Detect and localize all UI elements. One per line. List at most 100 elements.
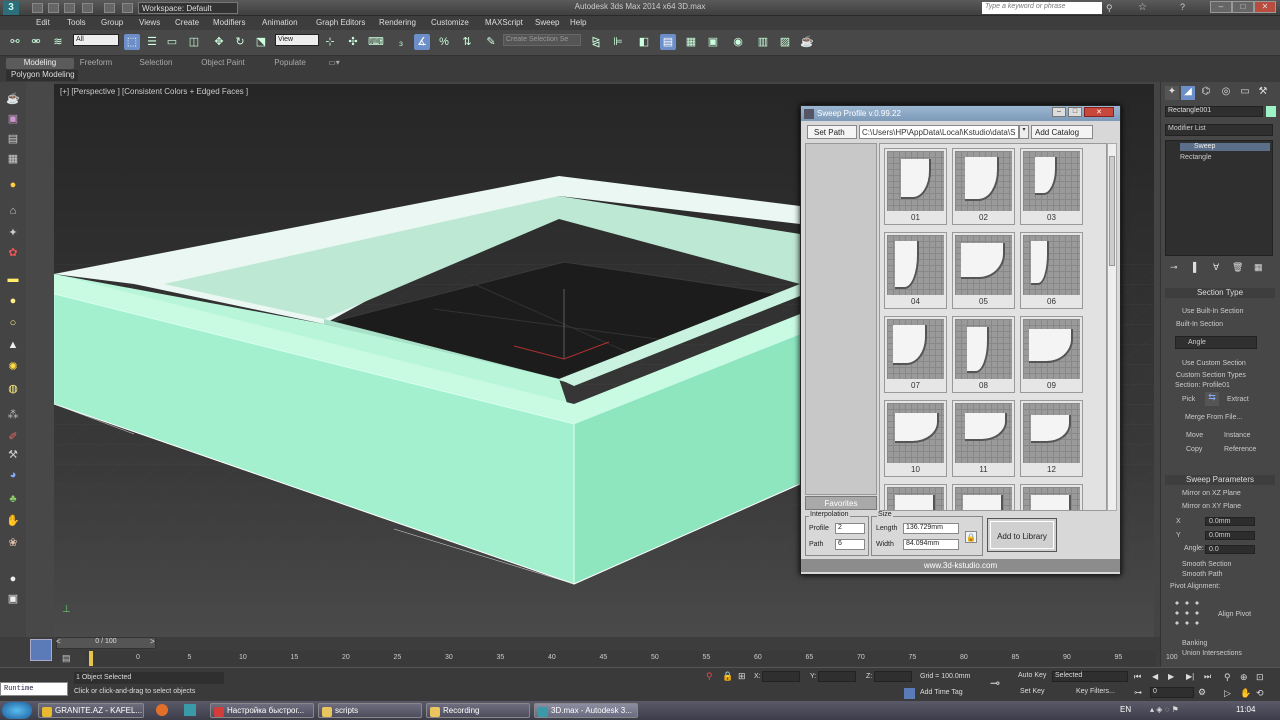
sweep-parameters-rollout[interactable]: Sweep Parameters [1165,475,1275,485]
add-to-library-button[interactable]: Add to Library [987,518,1057,552]
copy-radio[interactable]: Copy [1186,446,1202,453]
favorites-button[interactable]: Favorites [805,496,877,510]
banking-checkbox[interactable]: Banking [1182,640,1207,647]
cat-icon[interactable]: ❀ [5,536,21,550]
dialog-minimize-button[interactable]: – [1052,107,1066,117]
menu-views[interactable]: Views [139,18,160,27]
menu-create[interactable]: Create [175,18,199,27]
particles-icon[interactable]: ⁂ [5,408,21,422]
profile-thumb[interactable]: 02 [952,148,1015,225]
tab-modeling[interactable]: Modeling [6,58,74,69]
dialog-close-button[interactable]: ✕ [1084,107,1114,117]
cylinder-icon[interactable]: ◍ [5,382,21,396]
profile-thumb[interactable]: 09 [1020,316,1083,393]
menu-group[interactable]: Group [101,18,123,27]
unlink-icon[interactable]: ⚮ [28,34,44,50]
menu-tools[interactable]: Tools [67,18,86,27]
slider-prev-icon[interactable]: < [56,637,61,646]
set-key-button[interactable]: Set Key [1020,688,1045,695]
track-bar[interactable]: 0 5 10 15 20 25 30 35 40 45 50 55 60 65 70 75 80 85 90 95 10… [86,651,1178,666]
align-icon[interactable]: ⊫ [610,34,626,50]
menu-customize[interactable]: Customize [431,18,469,27]
object-color-swatch[interactable] [1266,106,1276,117]
length-spinner[interactable]: 136.729mm [903,523,959,534]
menu-help[interactable]: Help [570,18,586,27]
profile-thumb[interactable]: 04 [884,232,947,309]
profile-interp-spinner[interactable]: 2 [835,523,865,534]
reference-radio[interactable]: Reference [1224,446,1256,453]
viewport-label[interactable]: [+] [Perspective ] [Consistent Colors + … [60,87,248,96]
modifier-list-dropdown[interactable]: Modifier List [1165,124,1273,136]
link-icon[interactable]: ⚯ [7,34,23,50]
graphite-toggle-icon[interactable]: ▤ [660,34,676,50]
ribbon-options-icon[interactable]: ▭▾ [326,58,342,69]
smooth-path-checkbox[interactable]: Smooth Path [1182,571,1222,578]
mirror-xy-checkbox[interactable]: Mirror on XY Plane [1182,503,1241,510]
profile-thumb-partial[interactable] [952,484,1015,510]
auto-key-button[interactable]: Auto Key [1018,672,1046,679]
width-spinner[interactable]: 84.094mm [903,539,959,550]
mirror-icon[interactable]: ⧎ [588,34,604,50]
wrench-icon[interactable]: ⚒ [5,448,21,462]
y-coord-field[interactable] [818,671,856,682]
pivot-center-icon[interactable]: ⊹ [322,34,338,50]
move-icon[interactable]: ✥ [211,34,227,50]
task-recording[interactable]: Recording [426,703,530,718]
gallery-scrollbar[interactable] [1107,143,1117,511]
z-coord-field[interactable] [874,671,912,682]
firefox-icon[interactable] [156,704,168,716]
prev-frame-icon[interactable]: ◀ [1152,672,1158,681]
add-catalog-button[interactable]: Add Catalog [1031,125,1093,139]
union-intersections-checkbox[interactable]: Union Intersections [1182,650,1242,657]
field-of-view-icon[interactable]: ▷ [1224,688,1231,699]
stack-item-rectangle[interactable]: Rectangle [1180,154,1212,161]
stack-item-sweep[interactable]: Sweep [1180,143,1270,151]
layer-manager-icon[interactable]: ◧ [636,34,652,50]
menu-modifiers[interactable]: Modifiers [213,18,245,27]
menu-rendering[interactable]: Rendering [379,18,416,27]
brush-icon[interactable]: ✐ [5,430,21,444]
remove-modifier-icon[interactable]: 🗑 [1232,262,1243,273]
maxscript-listener[interactable]: Runtime [0,682,68,696]
pan-icon[interactable]: ✋ [1240,688,1251,699]
sphere-icon[interactable]: ● [5,294,21,308]
use-custom-radio[interactable]: Use Custom Section [1182,360,1246,367]
pick-button[interactable]: Pick [1182,396,1195,403]
close-button[interactable]: ✕ [1254,1,1276,13]
go-to-end-icon[interactable]: ⏭ [1204,672,1211,682]
profile-thumb[interactable]: 06 [1020,232,1083,309]
keyboard-shortcut-icon[interactable]: ⌨ [368,34,384,50]
builtin-section-dropdown[interactable]: Angle [1175,336,1257,349]
path-interp-spinner[interactable]: 6 [835,539,865,550]
modify-tab-icon[interactable]: ◢ [1181,86,1195,100]
layers-icon[interactable]: ▤ [5,132,21,146]
align-pivot-button[interactable]: Align Pivot [1218,611,1251,618]
profile-thumb[interactable]: 07 [884,316,947,393]
dialog-maximize-button[interactable]: □ [1068,107,1082,117]
smooth-section-checkbox[interactable]: Smooth Section [1182,561,1231,568]
hand-icon[interactable]: ✋ [5,514,21,528]
use-builtin-radio[interactable]: Use Built-In Section [1182,308,1243,315]
globe-icon[interactable]: ◕ [5,468,21,482]
select-by-name-icon[interactable]: ☰ [144,34,160,50]
key-mode-toggle-icon[interactable]: ⊶ [1134,688,1142,697]
clock[interactable]: 11:04 [1236,705,1255,714]
render-setup-icon[interactable]: ▥ [755,34,771,50]
slider-next-icon[interactable]: > [150,637,155,646]
profile-thumb[interactable]: 03 [1020,148,1083,225]
task-3dsmax[interactable]: 3D.max - Autodesk 3... [534,703,638,718]
tab-freeform[interactable]: Freeform [74,58,118,69]
ball-icon[interactable]: ● [5,572,21,586]
language-indicator[interactable]: EN [1120,705,1131,714]
menu-graph-editors[interactable]: Graph Editors [316,18,365,27]
polygon-modeling-panel[interactable]: Polygon Modeling [6,70,78,81]
task-scripts[interactable]: scripts [318,703,422,718]
display-tab-icon[interactable]: ▭ [1238,86,1252,100]
menu-maxscript[interactable]: MAXScript [485,18,523,27]
plane-icon[interactable]: ▬ [5,272,21,286]
scale-icon[interactable]: ⬔ [253,34,269,50]
profile-thumb[interactable]: 12 [1020,400,1083,477]
angle-snap-icon[interactable]: ∡ [414,34,430,50]
start-button[interactable] [2,702,32,719]
orbit-icon[interactable]: ⟲ [1256,688,1264,699]
